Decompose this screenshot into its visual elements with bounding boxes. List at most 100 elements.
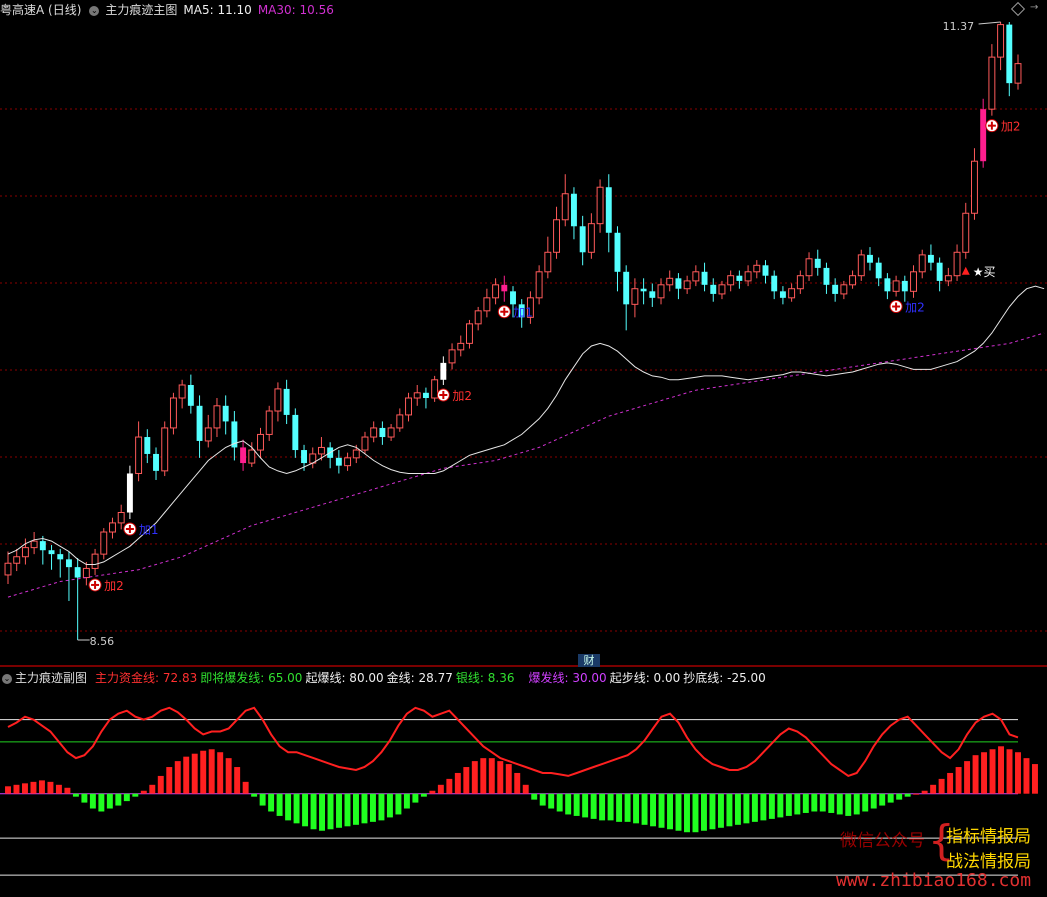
candle-body [657,284,665,299]
histogram-bar [437,784,444,794]
candle-body [153,453,159,471]
sub-indicator-name[interactable]: 主力痕迹副图 [15,671,87,685]
histogram-bar [913,793,920,795]
histogram-bar [106,793,113,809]
finance-badge[interactable]: 财 [578,654,600,667]
signal-label: 加2 [452,389,472,403]
candle-body [301,450,307,464]
histogram-bar [802,793,809,813]
candle-body [884,278,891,292]
histogram-bar [616,793,623,822]
histogram-bar [938,778,945,794]
histogram-bar [539,793,546,806]
candle-body [918,254,926,273]
candle-body [683,280,691,290]
histogram-bar [395,793,402,815]
histogram-bar [200,750,207,794]
candle-body [204,427,212,442]
candle-body [875,262,882,279]
histogram-bar [13,784,20,794]
histogram-bar [828,793,835,813]
histogram-bar [785,793,792,816]
histogram-bar [768,793,775,819]
histogram-bar [412,793,419,803]
candle-body [169,397,177,429]
candle-body [587,223,595,253]
histogram-bar [22,783,28,794]
candle-body [492,284,500,299]
histogram-bar [1006,749,1013,794]
histogram-bar [319,793,326,831]
candle-body [379,427,386,438]
histogram-bar [743,793,750,824]
histogram-bar [174,761,181,794]
candle-body [849,275,857,286]
histogram-bar [624,793,631,822]
candle-body [4,562,12,576]
pane-divider[interactable] [0,665,1047,667]
candle-body [988,56,996,110]
histogram-bar [700,793,707,831]
candle-body [74,567,81,578]
zl-label: 主力资金线: 72.83 [95,671,198,685]
histogram-bar [488,758,495,794]
candle-body [753,264,761,273]
histogram-bar [123,793,130,802]
histogram-bar [1023,758,1030,794]
histogram-bar [217,752,224,794]
histogram-bar [310,793,317,830]
candle-body [100,531,108,555]
candle-body [692,271,700,282]
candle-body [980,109,987,162]
histogram-bar [30,781,37,794]
candle-body [710,284,717,294]
candle-body [796,275,804,290]
histogram-bar [717,793,724,828]
candle-body [832,284,839,294]
candle-body [605,187,612,233]
candle-body [936,262,943,281]
candle-body [335,457,342,466]
histogram-bar [302,793,309,827]
histogram-bar [429,790,436,794]
buy-label: ★买 [973,265,996,279]
bf-label: 爆发线: 30.00 [528,671,607,685]
candle-body [857,254,865,277]
watermark-url: www.zhibiao168.com [836,870,1032,891]
jx-label: 金线: 28.77 [386,671,453,685]
histogram-bar [845,793,852,816]
candle-body [788,288,796,299]
candle-body [248,449,256,464]
histogram-bar [285,793,292,821]
candle-body [1006,24,1013,84]
candle-body [161,427,169,472]
candle-body [466,323,473,344]
histogram-bar [947,772,954,794]
sub-menu-icon[interactable]: ⌄ [2,673,12,684]
histogram-bar [862,793,869,812]
candle-body [623,271,630,305]
histogram-bar [870,793,877,809]
candle-body [570,193,577,227]
candle-body [65,559,72,568]
histogram-bar [641,793,648,825]
chart-canvas[interactable]: 加2 加1 加2 加1 加2 加2 ★买 11.37 8.56 [0,0,1047,897]
candle-body [944,275,952,282]
histogram-bar [259,793,266,806]
histogram-bar [166,767,173,794]
signal-label: 加2 [905,301,925,315]
candle-body [292,414,299,451]
histogram-bar [573,793,580,816]
candle-body [814,258,821,268]
candle-body [823,267,830,285]
candle-body [474,310,482,325]
histogram-bar [811,793,818,812]
histogram-bar [72,793,79,797]
candle-body [187,384,194,406]
candle-body [135,436,143,474]
histogram-bar [293,793,300,824]
candle-body [361,436,369,451]
candle-body [762,265,769,276]
candle-body [144,437,151,454]
histogram-bar [692,793,699,833]
